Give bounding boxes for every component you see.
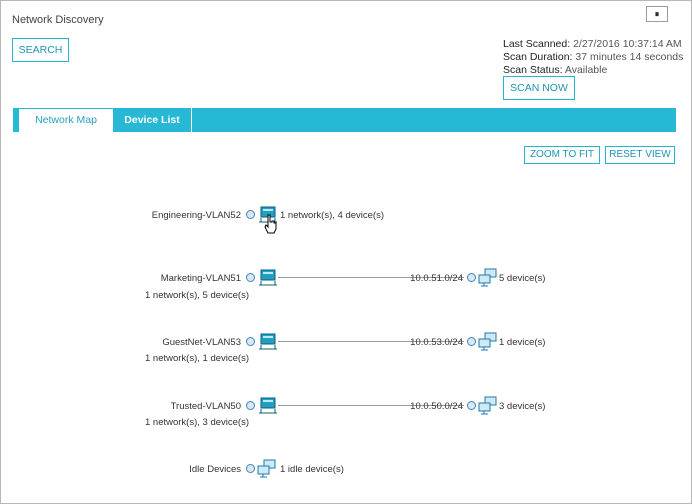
computer-group-icon[interactable]	[478, 395, 498, 415]
scan-status-value: Available	[564, 64, 608, 76]
vlan-name: Trusted-VLAN50	[170, 401, 241, 412]
vlan-summary: 1 network(s), 3 device(s)	[145, 417, 250, 428]
last-scanned-value: 2/27/2016 10:37:14 AM	[573, 38, 682, 50]
vlan-name: Engineering-VLAN52	[151, 210, 241, 221]
scan-status-label: Scan Status:	[503, 64, 563, 76]
vlan-node[interactable]	[246, 337, 255, 346]
pause-button[interactable]: ⏸	[646, 6, 668, 22]
page-title: Network Discovery	[12, 14, 104, 26]
vlan-node[interactable]	[246, 401, 255, 410]
subnet-label: 10.0.53.0/24	[410, 337, 463, 348]
subnet-node[interactable]	[467, 401, 476, 410]
network-switch-icon[interactable]	[258, 395, 278, 415]
device-count: 1 device(s)	[499, 337, 546, 348]
subnet-label: 10.0.51.0/24	[410, 273, 463, 284]
vlan-summary: 1 network(s), 4 device(s)	[280, 210, 385, 221]
vlan-summary: 1 network(s), 5 device(s)	[145, 290, 250, 301]
computer-group-icon[interactable]	[257, 458, 277, 478]
subnet-node[interactable]	[467, 337, 476, 346]
device-count: 3 device(s)	[499, 401, 546, 412]
tab-bar: Network Map Device List	[13, 108, 676, 132]
network-discovery-panel: Network Discovery ⏸ SEARCH Last Scanned:…	[0, 0, 692, 504]
vlan-name: Marketing-VLAN51	[160, 273, 241, 284]
network-switch-icon[interactable]	[258, 267, 278, 287]
vlan-node[interactable]	[246, 273, 255, 282]
scan-info: Last Scanned: 2/27/2016 10:37:14 AM Scan…	[503, 38, 683, 77]
hand-cursor-icon	[264, 214, 277, 234]
scan-duration-value: 37 minutes 14 seconds	[575, 51, 684, 63]
computer-group-icon[interactable]	[478, 331, 498, 351]
zoom-to-fit-button[interactable]: ZOOM TO FIT	[524, 146, 600, 164]
tab-network-map[interactable]: Network Map	[19, 109, 113, 132]
tab-device-list[interactable]: Device List	[113, 108, 192, 132]
idle-node[interactable]	[246, 464, 255, 473]
network-switch-icon[interactable]	[258, 331, 278, 351]
vlan-name: GuestNet-VLAN53	[162, 337, 241, 348]
device-count: 5 device(s)	[499, 273, 546, 284]
last-scanned-label: Last Scanned:	[503, 38, 571, 50]
scan-duration-label: Scan Duration:	[503, 51, 573, 63]
idle-device-count: 1 idle device(s)	[280, 464, 344, 475]
vlan-summary: 1 network(s), 1 device(s)	[145, 353, 250, 364]
idle-devices-label: Idle Devices	[189, 464, 241, 475]
reset-view-button[interactable]: RESET VIEW	[605, 146, 675, 164]
subnet-label: 10.0.50.0/24	[410, 401, 463, 412]
computer-group-icon[interactable]	[478, 267, 498, 287]
subnet-node[interactable]	[467, 273, 476, 282]
vlan-node[interactable]	[246, 210, 255, 219]
scan-now-button[interactable]: SCAN NOW	[503, 76, 575, 100]
search-button[interactable]: SEARCH	[12, 38, 69, 62]
